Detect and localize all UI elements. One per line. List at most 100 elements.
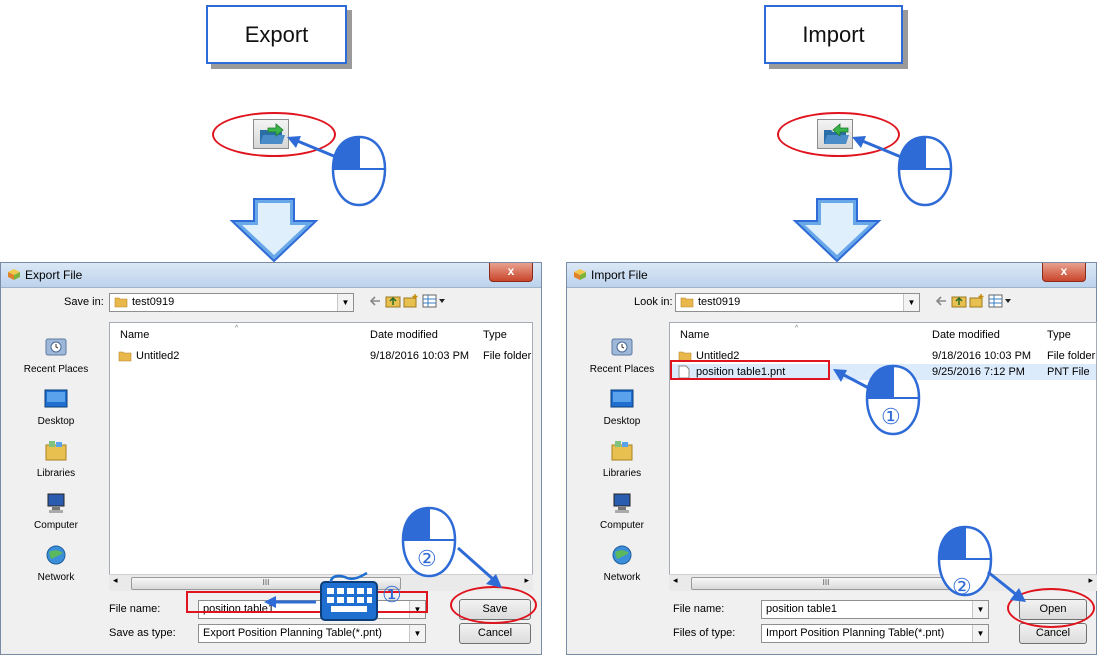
view-menu-icon[interactable] bbox=[422, 293, 446, 309]
save-in-label: Save in: bbox=[64, 296, 104, 308]
mouse-icon bbox=[331, 135, 387, 207]
cancel-button[interactable]: Cancel bbox=[459, 623, 531, 644]
file-type-select[interactable]: Export Position Planning Table(*.pnt) ▼ bbox=[198, 624, 426, 643]
down-arrow-icon bbox=[792, 198, 882, 263]
step-2-mark: ② bbox=[952, 574, 972, 599]
save-button-highlight bbox=[450, 586, 537, 624]
app-icon bbox=[574, 269, 586, 280]
import-callout: Import bbox=[764, 5, 903, 64]
place-desktop[interactable]: Desktop bbox=[583, 387, 661, 427]
close-button[interactable]: x bbox=[489, 263, 533, 282]
place-libraries[interactable]: Libraries bbox=[583, 439, 661, 479]
list-item[interactable]: Untitled2 9/18/2016 10:03 PM File folder bbox=[118, 348, 532, 364]
network-icon bbox=[612, 545, 632, 565]
place-label-computer: Computer bbox=[600, 520, 644, 531]
folder-icon bbox=[118, 351, 132, 362]
up-folder-icon[interactable] bbox=[951, 293, 967, 309]
libraries-icon bbox=[45, 441, 67, 461]
save-in-combo[interactable]: test0919 ▼ bbox=[109, 293, 354, 312]
back-icon[interactable] bbox=[934, 294, 948, 308]
horizontal-scrollbar[interactable]: ◂ III ▸ bbox=[669, 574, 1097, 591]
dialog-title: Import File bbox=[591, 268, 648, 282]
scroll-right-icon[interactable]: ▸ bbox=[1088, 575, 1093, 586]
place-label-network: Network bbox=[37, 572, 75, 583]
column-header-date[interactable]: Date modified bbox=[370, 329, 438, 341]
column-header-type[interactable]: Type bbox=[483, 329, 507, 341]
place-label-libraries: Libraries bbox=[36, 468, 76, 479]
row-type: File folder bbox=[1047, 350, 1096, 362]
place-computer[interactable]: Computer bbox=[17, 491, 95, 531]
place-label-desktop: Desktop bbox=[37, 416, 75, 427]
dialog-titlebar: Export File x bbox=[1, 263, 541, 288]
recent-places-icon bbox=[611, 338, 633, 356]
column-header-type[interactable]: Type bbox=[1047, 329, 1071, 341]
sort-indicator-icon: ^ bbox=[795, 325, 799, 332]
place-computer[interactable]: Computer bbox=[583, 491, 661, 531]
places-bar: Recent Places Desktop Libraries Computer… bbox=[17, 319, 95, 583]
new-folder-icon[interactable] bbox=[403, 293, 419, 309]
row-date: 9/18/2016 10:03 PM bbox=[932, 350, 1032, 362]
place-libraries[interactable]: Libraries bbox=[17, 439, 95, 479]
places-bar: Recent Places Desktop Libraries Computer… bbox=[583, 319, 661, 583]
file-type-label: Files of type: bbox=[673, 627, 736, 639]
back-icon[interactable] bbox=[368, 294, 382, 308]
keyboard-arrow bbox=[264, 596, 316, 608]
selected-file-highlight bbox=[670, 360, 830, 380]
dropdown-arrow-icon[interactable]: ▼ bbox=[337, 294, 353, 311]
scroll-thumb[interactable]: III bbox=[691, 577, 961, 590]
place-desktop[interactable]: Desktop bbox=[17, 387, 95, 427]
row-date: 9/25/2016 7:12 PM bbox=[932, 366, 1025, 378]
file-name-label: File name: bbox=[109, 603, 161, 615]
close-button[interactable]: x bbox=[1042, 263, 1086, 282]
scroll-right-icon[interactable]: ▸ bbox=[524, 575, 529, 586]
file-type-select[interactable]: Import Position Planning Table(*.pnt) ▼ bbox=[761, 624, 989, 643]
place-network[interactable]: Network bbox=[17, 543, 95, 583]
column-header-name[interactable]: Name bbox=[120, 329, 149, 341]
computer-icon bbox=[613, 493, 631, 513]
dropdown-arrow-icon[interactable]: ▼ bbox=[409, 625, 425, 642]
look-in-combo[interactable]: test0919 ▼ bbox=[675, 293, 920, 312]
export-callout: Export bbox=[206, 5, 347, 64]
step-1-mark: ① bbox=[382, 582, 402, 607]
keyboard-icon bbox=[320, 572, 378, 621]
mouse-icon bbox=[897, 135, 953, 207]
computer-icon bbox=[47, 493, 65, 513]
view-menu-icon[interactable] bbox=[988, 293, 1012, 309]
save-in-value: test0919 bbox=[132, 296, 175, 308]
network-icon bbox=[46, 545, 66, 565]
sort-indicator-icon: ^ bbox=[235, 325, 239, 332]
column-header-name[interactable]: Name bbox=[680, 329, 709, 341]
place-network[interactable]: Network bbox=[583, 543, 661, 583]
place-label-recent: Recent Places bbox=[23, 364, 89, 375]
scroll-left-icon[interactable]: ◂ bbox=[673, 575, 678, 586]
mouse-pointer-arrow bbox=[457, 546, 502, 588]
file-name-label: File name: bbox=[673, 603, 725, 615]
desktop-icon bbox=[44, 389, 68, 408]
dropdown-arrow-icon[interactable]: ▼ bbox=[903, 294, 919, 311]
dialog-titlebar: Import File x bbox=[567, 263, 1096, 288]
place-label-libraries: Libraries bbox=[602, 468, 642, 479]
place-recent[interactable]: Recent Places bbox=[583, 335, 661, 375]
file-type-label: Save as type: bbox=[109, 627, 176, 639]
row-name: Untitled2 bbox=[136, 350, 180, 362]
scroll-left-icon[interactable]: ◂ bbox=[113, 575, 118, 586]
place-label-computer: Computer bbox=[34, 520, 78, 531]
look-in-value: test0919 bbox=[698, 296, 741, 308]
file-name-value: position table1 bbox=[766, 603, 837, 615]
new-folder-icon[interactable] bbox=[969, 293, 985, 309]
recent-places-icon bbox=[45, 338, 67, 356]
up-folder-icon[interactable] bbox=[385, 293, 401, 309]
place-recent[interactable]: Recent Places bbox=[17, 335, 95, 375]
row-type: PNT File bbox=[1047, 366, 1090, 378]
file-name-input[interactable]: position table1 ▼ bbox=[761, 600, 989, 619]
file-type-value: Export Position Planning Table(*.pnt) bbox=[203, 627, 382, 639]
row-type: File folder bbox=[483, 350, 532, 362]
libraries-icon bbox=[611, 441, 633, 461]
mouse-pointer-arrow bbox=[987, 570, 1026, 602]
column-header-date[interactable]: Date modified bbox=[932, 329, 1000, 341]
look-in-label: Look in: bbox=[634, 296, 673, 308]
place-label-network: Network bbox=[603, 572, 641, 583]
place-label-desktop: Desktop bbox=[603, 416, 641, 427]
step-2-mark: ② bbox=[417, 546, 437, 571]
dropdown-arrow-icon[interactable]: ▼ bbox=[972, 625, 988, 642]
